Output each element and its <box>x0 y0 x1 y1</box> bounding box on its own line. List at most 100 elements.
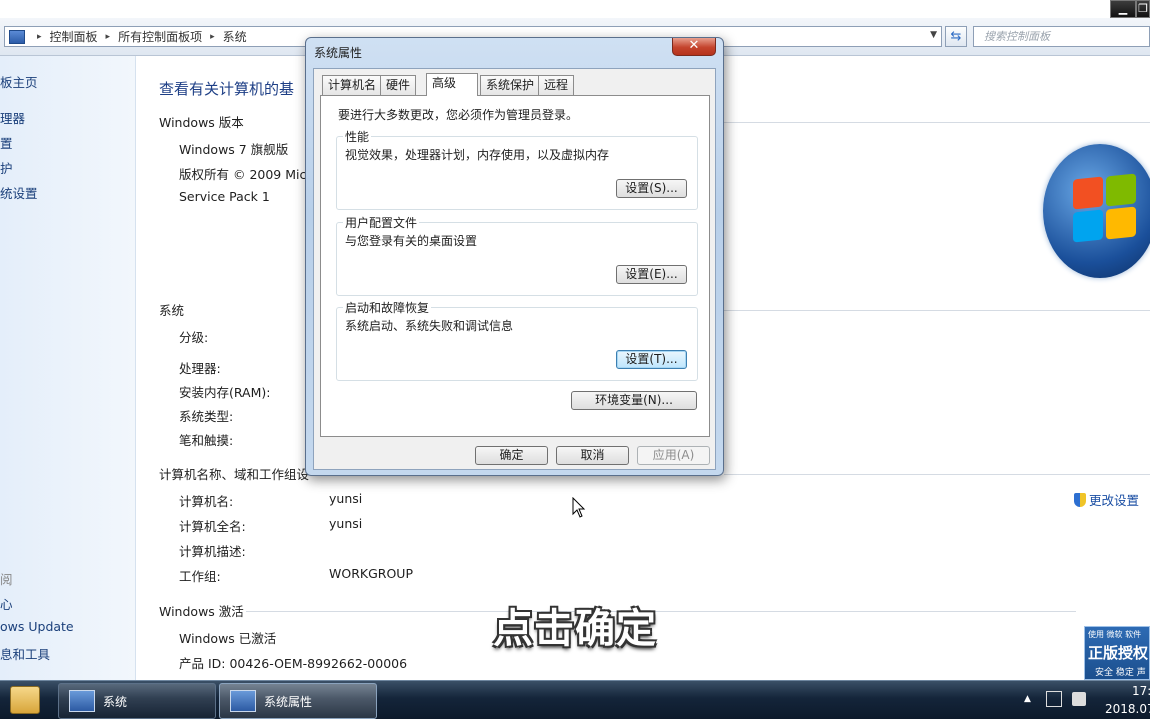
performance-settings-button[interactable]: 设置(S)... <box>616 179 687 198</box>
divider <box>724 474 1150 475</box>
tab-hardware[interactable]: 硬件 <box>380 75 417 95</box>
chevron-down-icon[interactable]: ▼ <box>930 30 937 40</box>
computer-name-value: yunsi <box>329 491 363 506</box>
windows-logo-flag-red <box>1073 176 1103 210</box>
change-settings-label: 更改设置 <box>1089 493 1140 508</box>
windows-logo-flag-blue <box>1073 209 1103 243</box>
nav-item-advanced[interactable]: 统设置 <box>0 183 38 202</box>
product-id: 产品 ID: 00426-OEM-8992662-00006 <box>179 656 408 671</box>
refresh-button[interactable]: ⇆ <box>945 26 967 47</box>
activation-header: Windows 激活 <box>159 604 244 619</box>
genuine-line1: 使用 微软 软件 <box>1088 630 1142 639</box>
see-also-heading: 阅 <box>0 572 13 587</box>
taskbar-button-system[interactable]: 系统 <box>58 683 216 719</box>
mouse-cursor-icon <box>572 497 586 518</box>
pen-touch-label: 笔和触摸: <box>179 433 234 448</box>
environment-variables-button[interactable]: 环境变量(N)... <box>571 391 697 410</box>
edition-name: Windows 7 旗舰版 <box>179 142 289 157</box>
user-profiles-settings-button[interactable]: 设置(E)... <box>616 265 687 284</box>
nav-item-protection[interactable]: 护 <box>0 158 13 177</box>
change-settings-link[interactable]: 更改设置 <box>1074 490 1139 509</box>
ram-label: 安装内存(RAM): <box>179 385 271 400</box>
left-navigation: 板主页 理器 置 护 统设置 阅 心 ows Update 息和工具 <box>0 56 136 680</box>
chevron-right-icon[interactable]: ▸ <box>210 32 215 42</box>
ok-button[interactable]: 确定 <box>475 446 548 465</box>
nav-item-remote[interactable]: 置 <box>0 133 13 152</box>
windows-logo-flag-yellow <box>1106 206 1136 240</box>
control-panel-icon <box>9 29 25 44</box>
nav-item-windows-update[interactable]: ows Update <box>0 619 74 634</box>
nav-item-performance-tools[interactable]: 息和工具 <box>0 644 50 663</box>
shield-icon <box>1074 492 1086 507</box>
computer-name-header: 计算机名称、域和工作组设 <box>159 467 310 482</box>
full-name-value: yunsi <box>329 516 363 531</box>
taskbar-button-label: 系统属性 <box>264 694 313 709</box>
user-profiles-desc: 与您登录有关的桌面设置 <box>345 234 478 248</box>
performance-desc: 视觉效果，处理器计划，内存使用，以及虚拟内存 <box>345 148 610 162</box>
system-type-label: 系统类型: <box>179 409 234 424</box>
admin-note: 要进行大多数更改，您必须作为管理员登录。 <box>338 108 579 122</box>
page-title: 查看有关计算机的基 <box>159 80 295 98</box>
performance-title: 性能 <box>343 128 372 145</box>
taskbar-button-system-properties[interactable]: 系统属性 <box>219 683 377 719</box>
clock-date[interactable]: 2018.07 <box>1105 702 1150 716</box>
tab-advanced[interactable]: 高级 <box>426 73 478 96</box>
genuine-software-badge[interactable]: 使用 微软 软件 正版授权 安全 稳定 声 <box>1084 626 1150 680</box>
close-button[interactable]: ✕ <box>672 38 716 56</box>
breadcrumb-system[interactable]: 系统 <box>223 28 247 45</box>
full-name-label: 计算机全名: <box>179 519 246 534</box>
system-header: 系统 <box>159 303 185 318</box>
workgroup-label: 工作组: <box>179 569 221 584</box>
system-properties-dialog: 系统属性 ✕ 计算机名 硬件 高级 系统保护 远程 要进行大多数更改，您必须作为… <box>305 37 724 476</box>
tab-panel-advanced: 要进行大多数更改，您必须作为管理员登录。 性能 视觉效果，处理器计划，内存使用，… <box>320 95 710 437</box>
chevron-right-icon[interactable]: ▸ <box>37 32 42 42</box>
windows-logo <box>1043 144 1150 278</box>
minimize-button[interactable]: ▁ <box>1110 0 1136 18</box>
divider <box>724 122 1150 123</box>
taskbar-button-label: 系统 <box>103 694 128 709</box>
apply-button[interactable]: 应用(A) <box>637 446 710 465</box>
divider <box>724 310 1150 311</box>
breadcrumb-all-items[interactable]: 所有控制面板项 <box>118 28 202 45</box>
clock-time[interactable]: 17: <box>1132 684 1150 698</box>
dialog-body: 计算机名 硬件 高级 系统保护 远程 要进行大多数更改，您必须作为管理员登录。 … <box>313 68 716 470</box>
user-profiles-group: 用户配置文件 与您登录有关的桌面设置 设置(E)... <box>336 214 698 296</box>
startup-recovery-settings-button[interactable]: 设置(T)... <box>616 350 687 369</box>
description-label: 计算机描述: <box>179 544 246 559</box>
startup-recovery-group: 启动和故障恢复 系统启动、系统失败和调试信息 设置(T)... <box>336 299 698 381</box>
nav-item-home[interactable]: 板主页 <box>0 72 38 91</box>
nav-item-device-manager[interactable]: 理器 <box>0 108 25 127</box>
video-subtitle: 点击确定 <box>493 606 657 652</box>
genuine-line3: 安全 稳定 声 <box>1095 668 1146 678</box>
nav-item-action-center[interactable]: 心 <box>0 594 13 613</box>
windows-logo-flag-green <box>1106 173 1136 207</box>
user-profiles-title: 用户配置文件 <box>343 214 420 231</box>
rating-label: 分级: <box>179 330 209 345</box>
copyright-text: 版权所有 © 2009 Micr <box>179 167 312 182</box>
tab-remote[interactable]: 远程 <box>538 75 575 95</box>
activation-status: Windows 已激活 <box>179 631 277 646</box>
workgroup-value: WORKGROUP <box>329 566 413 581</box>
network-icon[interactable] <box>1046 691 1062 707</box>
system-window-icon <box>69 690 95 712</box>
breadcrumb-control-panel[interactable]: 控制面板 <box>50 28 98 45</box>
tab-system-protection[interactable]: 系统保护 <box>480 75 541 95</box>
search-input[interactable]: 搜索控制面板 <box>973 26 1150 47</box>
genuine-line2: 正版授权 <box>1088 644 1149 662</box>
cancel-button[interactable]: 取消 <box>556 446 629 465</box>
edition-header: Windows 版本 <box>159 115 244 130</box>
startup-recovery-title: 启动和故障恢复 <box>343 299 432 316</box>
show-hidden-icons-arrow[interactable]: ▲ <box>1024 694 1031 704</box>
performance-group: 性能 视觉效果，处理器计划，内存使用，以及虚拟内存 设置(S)... <box>336 128 698 210</box>
service-pack: Service Pack 1 <box>179 189 270 204</box>
chevron-right-icon[interactable]: ▸ <box>106 32 111 42</box>
startup-recovery-desc: 系统启动、系统失败和调试信息 <box>345 319 514 333</box>
restore-button[interactable]: ❐ <box>1136 0 1150 18</box>
system-properties-window-icon <box>230 690 256 712</box>
taskbar: 系统 系统属性 ▲ 17: 2018.07 <box>0 680 1150 719</box>
dialog-title: 系统属性 <box>314 46 363 60</box>
volume-muted-icon[interactable] <box>1072 692 1086 706</box>
explorer-folder-icon[interactable] <box>10 686 40 714</box>
processor-label: 处理器: <box>179 361 221 376</box>
tab-computer-name[interactable]: 计算机名 <box>322 75 383 95</box>
